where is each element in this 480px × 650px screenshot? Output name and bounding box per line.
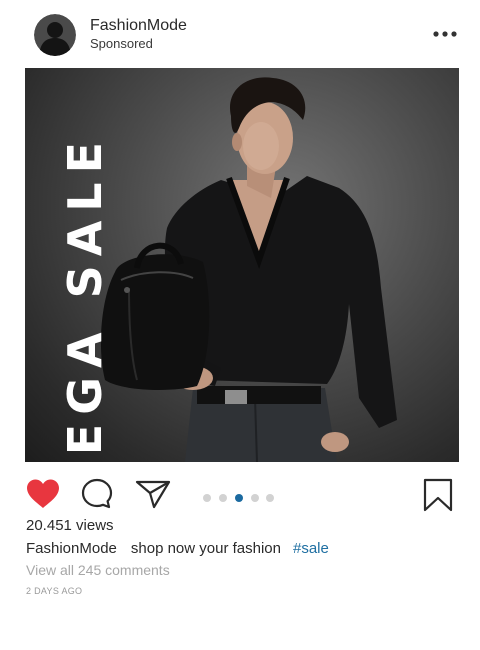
comment-button[interactable] (80, 477, 114, 511)
post-caption: FashionMode shop now your fashion #sale (26, 540, 329, 558)
share-button[interactable] (134, 478, 172, 510)
save-button[interactable] (421, 477, 455, 513)
hashtag-link[interactable]: #sale (293, 540, 329, 557)
carousel-dot-5 (266, 494, 274, 502)
bookmark-icon (423, 478, 453, 512)
post-header: FashionMode Sponsored (0, 0, 480, 66)
mega-sale-overlay: MEGA SALE (58, 132, 112, 462)
account-name[interactable]: FashionMode (90, 17, 187, 35)
post-timestamp: 2 DAYS AGO (26, 586, 83, 596)
sponsored-label: Sponsored (90, 36, 153, 51)
carousel-dot-1 (203, 494, 211, 502)
carousel-dot-4 (251, 494, 259, 502)
avatar[interactable] (34, 14, 76, 56)
carousel-dot-2 (219, 494, 227, 502)
comment-bubble-icon (81, 478, 113, 509)
heart-filled-icon (27, 479, 59, 508)
like-button[interactable] (25, 478, 61, 510)
more-options-button[interactable] (430, 22, 460, 46)
view-all-comments-link[interactable]: View all 245 comments (26, 562, 170, 578)
user-silhouette-icon (34, 14, 76, 56)
more-horizontal-icon (433, 31, 457, 37)
send-paper-plane-icon (135, 480, 171, 509)
post-image[interactable]: MEGA SALE (25, 68, 459, 462)
carousel-dot-3-active (235, 494, 243, 502)
caption-username[interactable]: FashionMode (26, 540, 117, 557)
view-count: 20.451 views (26, 517, 114, 534)
caption-text: shop now your fashion (130, 540, 281, 557)
